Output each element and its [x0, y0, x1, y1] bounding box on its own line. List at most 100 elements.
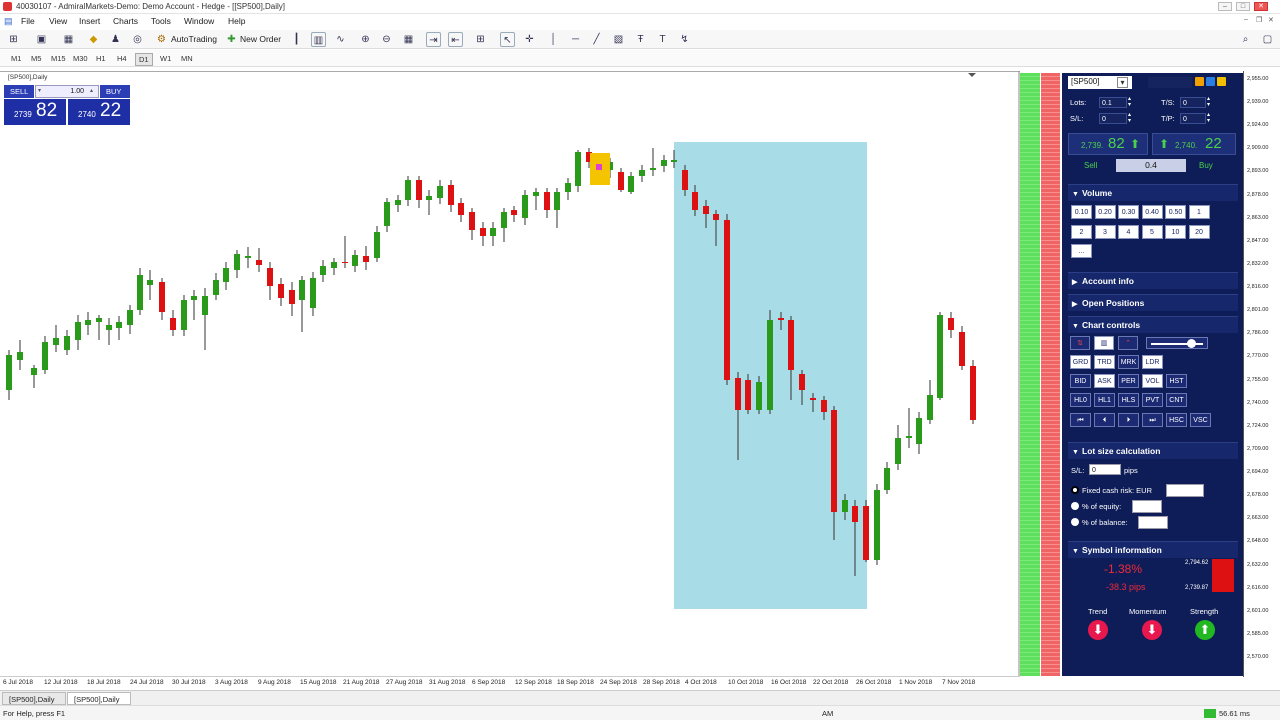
chart-control-vol[interactable]: VOL	[1142, 374, 1163, 388]
lot-size-header[interactable]: ▼ Lot size calculation	[1068, 442, 1238, 459]
volume-button[interactable]: 0.30	[1118, 205, 1139, 219]
tp-stepper[interactable]: ▴ ▾	[1207, 112, 1210, 124]
volume-button[interactable]: 3	[1094, 224, 1116, 239]
buy-price-button[interactable]: ⬆ 2,740. 22	[1152, 133, 1236, 155]
child-close-icon[interactable]: ✕	[1268, 16, 1274, 24]
lot-down-icon[interactable]: ▾	[38, 87, 41, 94]
tile-windows-icon[interactable]: ▦	[401, 32, 416, 47]
chart-controls-header[interactable]: ▼ Chart controls	[1068, 316, 1238, 333]
zoom-in-icon[interactable]: ⊕	[358, 32, 373, 47]
tp-input[interactable]: 0	[1180, 113, 1206, 124]
menu-charts[interactable]: Charts	[113, 16, 138, 26]
chart-control-ldr[interactable]: LDR	[1142, 355, 1163, 369]
volume-button[interactable]: 0.20	[1094, 205, 1116, 219]
chart-shift-icon[interactable]: ⇤	[448, 32, 463, 47]
one-click-sell-price[interactable]: 2739 82	[4, 99, 66, 125]
fixed-cash-radio[interactable]	[1071, 486, 1079, 494]
new-order-button[interactable]: New Order	[240, 34, 281, 44]
timeframe-m15[interactable]: M15	[48, 53, 69, 64]
fixed-cash-input[interactable]	[1166, 484, 1204, 497]
volume-button[interactable]: 4	[1118, 224, 1139, 239]
chart-control-trd[interactable]: TRD	[1094, 355, 1115, 369]
timeframe-m1[interactable]: M1	[8, 53, 24, 64]
ts-input[interactable]: 0	[1180, 97, 1206, 108]
copy-icon[interactable]	[1195, 77, 1204, 86]
terminal-icon[interactable]: ♟	[108, 32, 123, 47]
line-chart-icon[interactable]: ∿	[333, 32, 348, 47]
settings-icon[interactable]	[1206, 77, 1215, 86]
nav-button-icon[interactable]: ⏮	[1070, 413, 1091, 427]
auto-scroll-icon[interactable]: ⇥	[426, 32, 441, 47]
balance-radio[interactable]	[1071, 518, 1079, 526]
child-minimize-icon[interactable]: –	[1244, 16, 1248, 23]
strategy-tester-icon[interactable]: ◎	[130, 32, 145, 47]
bar-chart-icon[interactable]: ┃	[289, 32, 304, 47]
crosshair-icon[interactable]: ✛	[522, 32, 537, 47]
volume-button[interactable]: 2	[1071, 224, 1092, 239]
market-watch-icon[interactable]: ▦	[61, 32, 76, 47]
chart-control-hl1[interactable]: HL1	[1094, 393, 1115, 407]
autotrading-icon[interactable]: ⚙	[154, 32, 169, 47]
new-order-icon[interactable]: ✚	[224, 32, 239, 47]
lots-input[interactable]: 0.1	[1099, 97, 1127, 108]
chart-control-hls[interactable]: HLS	[1118, 393, 1139, 407]
volume-button[interactable]: 0.50	[1165, 205, 1186, 219]
chart-control-mrk[interactable]: MRK	[1118, 355, 1139, 369]
chevron-down-icon[interactable]: ▾	[1117, 77, 1128, 88]
chart-control-ask[interactable]: ASK	[1094, 374, 1115, 388]
ts-stepper[interactable]: ▴ ▾	[1207, 96, 1210, 108]
one-click-buy-button[interactable]: BUY	[100, 85, 130, 98]
info-icon[interactable]	[1217, 77, 1226, 86]
chart-control-cnt[interactable]: CNT	[1166, 393, 1187, 407]
timeframe-h4[interactable]: H4	[114, 53, 130, 64]
volume-button[interactable]: 20	[1188, 224, 1210, 239]
nav-button-icon[interactable]: ⏴	[1094, 413, 1115, 427]
volume-button[interactable]: 10	[1165, 224, 1186, 239]
balance-input[interactable]	[1138, 516, 1168, 529]
new-chart-icon[interactable]: ⊞	[6, 32, 21, 47]
chart-control-pvt[interactable]: PVT	[1142, 393, 1163, 407]
indicators-icon[interactable]: ⊞	[473, 32, 488, 47]
volume-button[interactable]: 0.10	[1071, 205, 1092, 219]
chart-menu-icon[interactable]: ▤	[4, 16, 13, 27]
profiles-icon[interactable]: ▣	[34, 32, 49, 47]
menu-insert[interactable]: Insert	[79, 16, 100, 26]
chart-control-bid[interactable]: BID	[1070, 374, 1091, 388]
nav-button-icon[interactable]: ⏵	[1118, 413, 1139, 427]
chart-control-vsc[interactable]: VSC	[1190, 413, 1211, 427]
chart-tab-active[interactable]: [SP500],Daily	[67, 692, 131, 705]
sell-label[interactable]: Sell	[1084, 161, 1097, 170]
lots-stepper[interactable]: ▴ ▾	[1128, 96, 1131, 108]
chart-type-bars-button[interactable]: ⇅	[1070, 336, 1090, 350]
chart-tab[interactable]: [SP500],Daily	[2, 692, 66, 705]
equity-radio[interactable]	[1071, 502, 1079, 510]
channel-icon[interactable]: ▧	[611, 32, 626, 47]
symbol-info-header[interactable]: ▼ Symbol information	[1068, 541, 1238, 558]
buy-label[interactable]: Buy	[1199, 161, 1213, 170]
timeframe-m5[interactable]: M5	[28, 53, 44, 64]
sell-price-button[interactable]: 2,739. 82 ⬆	[1068, 133, 1148, 155]
chart-type-candles-button[interactable]: ▥	[1094, 336, 1114, 350]
lot-up-icon[interactable]: ▴	[90, 87, 93, 94]
arrows-tool-icon[interactable]: ↯	[677, 32, 692, 47]
one-click-sell-button[interactable]: SELL	[4, 85, 34, 98]
chart-control-hl0[interactable]: HL0	[1070, 393, 1091, 407]
volume-section-header[interactable]: ▼ Volume	[1068, 184, 1238, 201]
equity-input[interactable]	[1132, 500, 1162, 513]
sl-stepper[interactable]: ▴ ▾	[1128, 112, 1131, 124]
horizontal-line-icon[interactable]: ─	[568, 32, 583, 47]
nav-button-icon[interactable]: ⏭	[1142, 413, 1163, 427]
menu-tools[interactable]: Tools	[151, 16, 171, 26]
volume-button[interactable]: 1	[1188, 205, 1210, 219]
volume-button[interactable]: 0.40	[1141, 205, 1163, 219]
sl-input[interactable]: 0	[1099, 113, 1127, 124]
navigator-icon[interactable]: ◆	[86, 32, 101, 47]
volume-button[interactable]: 5	[1141, 224, 1163, 239]
chart-control-grd[interactable]: GRD	[1070, 355, 1091, 369]
timeframe-m30[interactable]: M30	[70, 53, 91, 64]
open-positions-header[interactable]: ▶ Open Positions	[1068, 294, 1238, 311]
lsc-sl-input[interactable]: 0	[1089, 464, 1121, 475]
one-click-buy-price[interactable]: 2740 22	[68, 99, 130, 125]
vertical-line-icon[interactable]: │	[546, 32, 561, 47]
child-restore-icon[interactable]: ❐	[1256, 16, 1262, 24]
